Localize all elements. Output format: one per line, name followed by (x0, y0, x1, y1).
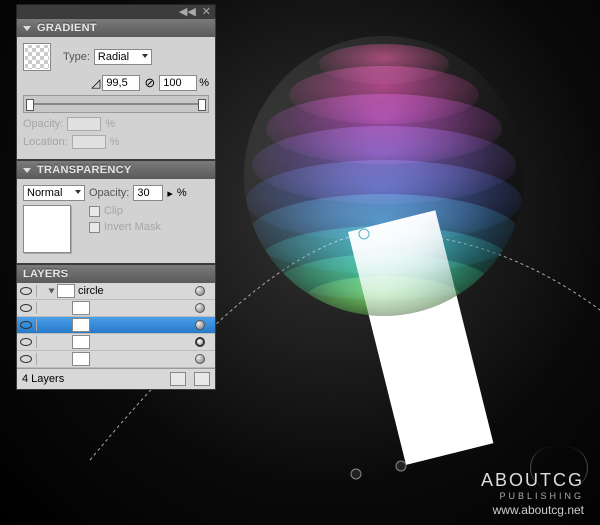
anchor-point[interactable] (351, 469, 361, 479)
layers-panel-header[interactable]: LAYERS (16, 264, 216, 283)
target-icon[interactable] (195, 354, 205, 364)
target-icon[interactable] (195, 303, 205, 313)
delete-layer-button[interactable] (194, 372, 210, 386)
lock-column[interactable] (36, 353, 46, 365)
stop-opacity-label: Opacity: (23, 118, 63, 130)
visibility-icon[interactable] (19, 336, 33, 348)
gradient-type-select[interactable]: Radial (94, 49, 152, 65)
gradient-panel-header[interactable]: GRADIENT (16, 18, 216, 37)
mask-thumbnail[interactable] (23, 205, 71, 253)
disclosure-icon (23, 26, 31, 31)
layer-row[interactable]: circle (17, 283, 215, 300)
lock-column[interactable] (36, 336, 46, 348)
visibility-icon[interactable] (19, 353, 33, 365)
layer-thumbnail[interactable] (72, 301, 90, 315)
gradient-stop[interactable] (26, 99, 34, 111)
collapse-icon[interactable]: ◀◀ (179, 5, 196, 18)
stop-opacity-input (67, 117, 101, 131)
twirl-icon[interactable] (49, 289, 55, 294)
disclosure-icon (23, 168, 31, 173)
new-layer-button[interactable] (170, 372, 186, 386)
clip-checkbox (89, 206, 100, 217)
target-icon[interactable] (195, 337, 205, 347)
layer-list: circle (17, 283, 215, 368)
layer-row[interactable] (17, 317, 215, 334)
layers-panel: circle 4 Layers (16, 283, 216, 390)
blend-mode-select[interactable]: Normal (23, 185, 85, 201)
type-label: Type: (63, 51, 90, 63)
stop-location-input (72, 135, 106, 149)
layer-thumbnail[interactable] (57, 284, 75, 298)
opacity-input[interactable]: 30 (133, 185, 163, 201)
color-disc (304, 276, 464, 316)
panel-dock-bar[interactable]: ◀◀ ✕ (16, 4, 216, 18)
layer-count: 4 Layers (22, 373, 64, 385)
layer-row[interactable] (17, 351, 215, 368)
invert-mask-checkbox (89, 222, 100, 233)
gradient-swatch[interactable] (23, 43, 51, 71)
angle-icon: ◿ (91, 76, 100, 90)
aspect-input[interactable]: 100 (159, 75, 197, 91)
stepper-icon[interactable]: ▸ (167, 187, 173, 200)
aspect-icon: ⊘ (144, 75, 155, 91)
layers-footer: 4 Layers (17, 368, 215, 389)
layer-row[interactable] (17, 300, 215, 317)
watermark: ABOUTCG PUBLISHING www.aboutcg.net (481, 470, 584, 517)
visibility-icon[interactable] (19, 319, 33, 331)
layer-thumbnail[interactable] (72, 318, 90, 332)
anchor-point[interactable] (396, 461, 406, 471)
lock-column[interactable] (36, 285, 46, 297)
sphere-artwork (244, 36, 524, 316)
layer-thumbnail[interactable] (72, 335, 90, 349)
gradient-panel: Type: Radial ◿ 99,5 ⊘ 100 % Opacity:% Lo… (16, 37, 216, 160)
layer-row[interactable] (17, 334, 215, 351)
layer-thumbnail[interactable] (72, 352, 90, 366)
gradient-stop[interactable] (198, 99, 206, 111)
visibility-icon[interactable] (19, 285, 33, 297)
layer-name[interactable]: circle (78, 285, 104, 297)
target-icon[interactable] (195, 286, 205, 296)
opacity-label: Opacity: (89, 187, 129, 199)
close-icon[interactable]: ✕ (202, 5, 211, 18)
visibility-icon[interactable] (19, 302, 33, 314)
transparency-panel-header[interactable]: TRANSPARENCY (16, 160, 216, 179)
gradient-ramp[interactable] (23, 95, 209, 113)
stop-location-label: Location: (23, 136, 68, 148)
transparency-panel: Normal Opacity: 30 ▸ % Clip Invert Mask (16, 179, 216, 264)
target-icon[interactable] (195, 320, 205, 330)
lock-column[interactable] (36, 319, 46, 331)
angle-input[interactable]: 99,5 (102, 75, 140, 91)
lock-column[interactable] (36, 302, 46, 314)
